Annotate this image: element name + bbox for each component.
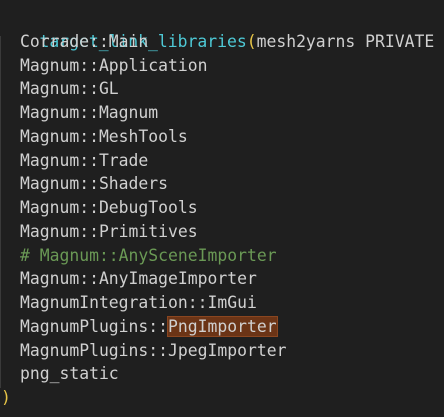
library-name: Magnum::GL [20,79,119,98]
library-name: Magnum::MeshTools [20,127,188,146]
code-line: MagnumIntegration::ImGui [0,291,257,315]
code-line: Corrade::Main [0,30,148,54]
code-line: Magnum::MeshTools [0,125,188,149]
library-name: Magnum::Magnum [20,103,159,122]
code-line: Magnum::Application [0,54,208,78]
code-line: MagnumPlugins::JpegImporter [0,339,286,363]
library-prefix: MagnumPlugins:: [20,317,169,336]
close-paren: ) [1,388,11,407]
library-name: Magnum::AnyImageImporter [20,269,257,288]
open-paren: ( [246,32,257,51]
library-name: Magnum::Trade [20,151,149,170]
library-name: Magnum::Application [20,56,208,75]
code-line: Magnum::GL [0,77,119,101]
library-name: png_static [20,364,119,383]
library-name: MagnumPlugins::JpegImporter [20,341,287,360]
library-name: Magnum::Shaders [20,174,169,193]
library-name: MagnumIntegration::ImGui [20,293,257,312]
code-line-header: target_link_libraries(mesh2yarns PRIVATE [0,6,434,51]
code-line-comment: # Magnum::AnySceneImporter [0,244,277,268]
library-name: Corrade::Main [20,32,149,51]
code-line: Magnum::Trade [0,149,148,173]
code-line: Magnum::AnyImageImporter [0,267,257,291]
function-args: mesh2yarns PRIVATE [256,32,435,51]
code-line: Magnum::DebugTools [0,196,198,220]
library-name: Magnum::Primitives [20,222,198,241]
code-line: Magnum::Primitives [0,220,198,244]
library-name: Magnum::DebugTools [20,198,198,217]
code-line: png_static [0,362,119,386]
search-match-highlight[interactable]: PngImporter [167,316,278,337]
code-line-highlighted: MagnumPlugins::PngImporter [0,315,278,339]
code-editor[interactable]: target_link_libraries(mesh2yarns PRIVATE… [0,0,444,417]
comment-text: # Magnum::AnySceneImporter [20,246,277,265]
code-line: Magnum::Shaders [0,172,168,196]
code-line: Magnum::Magnum [0,101,158,125]
